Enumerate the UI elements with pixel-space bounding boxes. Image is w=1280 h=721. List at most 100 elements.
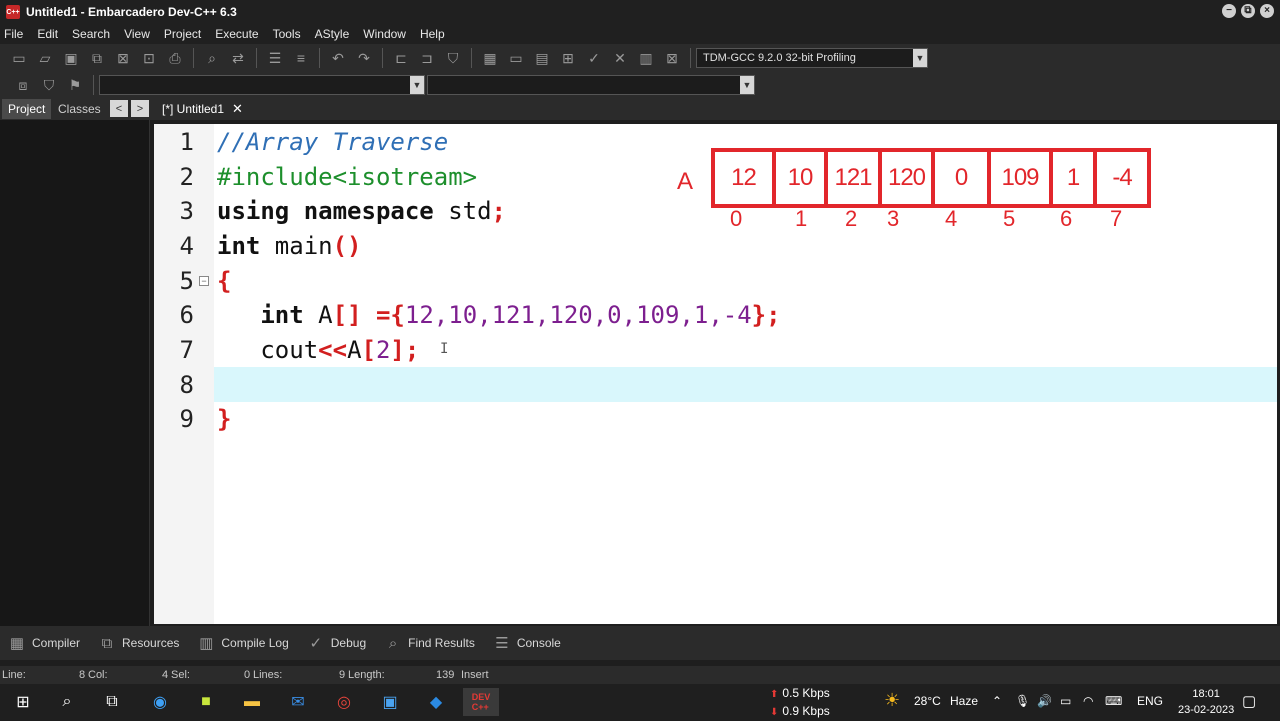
- menu-window[interactable]: Window: [363, 27, 406, 41]
- menu-view[interactable]: View: [124, 27, 150, 41]
- tab-project[interactable]: Project: [2, 99, 52, 119]
- chevron-down-icon[interactable]: ▼: [740, 76, 754, 94]
- array-cell: 109: [991, 152, 1053, 204]
- close-all-icon[interactable]: ⊡: [138, 47, 160, 69]
- menu-astyle[interactable]: AStyle: [315, 27, 350, 41]
- bookmark-icon[interactable]: ⛉: [38, 74, 60, 96]
- edge-icon[interactable]: ◉: [145, 688, 175, 716]
- line-number: 1: [179, 128, 194, 156]
- menu-execute[interactable]: Execute: [215, 27, 258, 41]
- battery-icon[interactable]: ▭: [1060, 694, 1071, 708]
- array-cell: -4: [1112, 164, 1132, 191]
- menu-search[interactable]: Search: [72, 27, 110, 41]
- tab-debug[interactable]: ✓ Debug: [305, 633, 366, 653]
- menu-project[interactable]: Project: [164, 27, 201, 41]
- project-options-icon[interactable]: ⛉: [442, 47, 464, 69]
- find-icon[interactable]: ⌕: [201, 47, 223, 69]
- code-editor[interactable]: //Array Traverse #include<isotream> usin…: [214, 124, 1277, 624]
- wifi-icon[interactable]: ◠: [1083, 694, 1093, 708]
- bookmark-toggle-icon[interactable]: ⚑: [64, 74, 86, 96]
- close-button[interactable]: ×: [1260, 4, 1274, 18]
- weather-icon[interactable]: ☀: [884, 690, 900, 711]
- mail-icon[interactable]: ✉: [283, 688, 313, 716]
- keyboard-icon[interactable]: ⌨: [1105, 694, 1122, 708]
- tab-find-results[interactable]: ⌕ Find Results: [382, 633, 475, 653]
- close-file-icon[interactable]: ⊠: [112, 47, 134, 69]
- menu-help[interactable]: Help: [420, 27, 445, 41]
- unindent-icon[interactable]: ≡: [290, 47, 312, 69]
- tab-next-button[interactable]: >: [131, 100, 149, 117]
- delete-profile-icon[interactable]: ⊠: [661, 47, 683, 69]
- array-index: 7: [1110, 206, 1123, 231]
- array-index: 5: [1003, 206, 1016, 231]
- open-file-icon[interactable]: ▱: [34, 47, 56, 69]
- array-index: 6: [1060, 206, 1073, 231]
- tab-classes[interactable]: Classes: [52, 99, 107, 119]
- store-icon[interactable]: ▣: [375, 688, 405, 716]
- class-select[interactable]: ▼: [99, 75, 425, 95]
- status-bar: Line: 8 Col: 4 Sel: 0 Lines: 9 Length: 1…: [0, 666, 1280, 684]
- menu-edit[interactable]: Edit: [37, 27, 58, 41]
- code-line-3: using namespace std;: [217, 197, 506, 225]
- menu-file[interactable]: File: [4, 27, 23, 41]
- save-icon[interactable]: ▣: [60, 47, 82, 69]
- weather-desc[interactable]: Haze: [950, 694, 978, 708]
- fold-toggle-icon[interactable]: −: [199, 276, 209, 286]
- pycharm-icon[interactable]: ■: [191, 688, 221, 716]
- tab-resources[interactable]: ⧉ Resources: [96, 633, 180, 653]
- windows-start-icon[interactable]: ⊞: [8, 688, 38, 716]
- profile-icon[interactable]: ▥: [635, 47, 657, 69]
- menu-tools[interactable]: Tools: [273, 27, 301, 41]
- print-icon[interactable]: ⎙: [164, 47, 186, 69]
- rebuild-icon[interactable]: ⊞: [557, 47, 579, 69]
- language-indicator[interactable]: ENG: [1137, 694, 1163, 708]
- window-controls: − ⧉ ×: [1222, 4, 1274, 18]
- stop-icon[interactable]: ✕: [609, 47, 631, 69]
- file-tab-untitled1[interactable]: [*] Untitled1 ✕: [156, 98, 249, 120]
- tab-compile-log[interactable]: ▥ Compile Log: [195, 633, 288, 653]
- compile-run-icon[interactable]: ▤: [531, 47, 553, 69]
- add-to-project-icon[interactable]: ⊐: [416, 47, 438, 69]
- chevron-up-icon[interactable]: ⌃: [992, 694, 1002, 708]
- indent-icon[interactable]: ☰: [264, 47, 286, 69]
- array-index: 2: [845, 206, 858, 231]
- vscode-icon[interactable]: ◆: [421, 688, 451, 716]
- tab-compiler[interactable]: ▦ Compiler: [6, 633, 80, 653]
- new-file-icon[interactable]: ▭: [8, 47, 30, 69]
- new-project-icon[interactable]: ⊏: [390, 47, 412, 69]
- network-speed: ⬆ 0.5 Kbps ⬇ 0.9 Kbps: [770, 686, 830, 718]
- clock-date: 23-02-2023: [1178, 704, 1235, 716]
- file-explorer-icon[interactable]: ▬: [237, 688, 267, 716]
- close-icon[interactable]: ✕: [232, 101, 243, 117]
- replace-icon[interactable]: ⇄: [227, 47, 249, 69]
- line-number: 9: [179, 405, 194, 433]
- devcpp-taskbar-icon[interactable]: DEV C++: [463, 688, 499, 716]
- chevron-down-icon[interactable]: ▼: [410, 76, 424, 94]
- minimize-button[interactable]: −: [1222, 4, 1236, 18]
- task-view-icon[interactable]: ⧉: [97, 688, 127, 716]
- undo-icon[interactable]: ↶: [327, 47, 349, 69]
- tab-prev-button[interactable]: <: [110, 100, 128, 117]
- syntax-check-icon[interactable]: ✓: [583, 47, 605, 69]
- weather-temp[interactable]: 28°C: [914, 694, 941, 708]
- redo-icon[interactable]: ↷: [353, 47, 375, 69]
- goto-icon[interactable]: ⧈: [12, 74, 34, 96]
- array-index: 3: [887, 206, 900, 231]
- run-icon[interactable]: ▭: [505, 47, 527, 69]
- chevron-down-icon[interactable]: ▼: [913, 49, 927, 67]
- notifications-icon[interactable]: ▢: [1242, 692, 1256, 710]
- function-select[interactable]: ▼: [427, 75, 755, 95]
- chrome-icon[interactable]: ◎: [329, 688, 359, 716]
- maximize-button[interactable]: ⧉: [1241, 4, 1255, 18]
- array-cell: 12: [715, 152, 776, 204]
- search-icon[interactable]: ⌕: [52, 688, 82, 716]
- status-lines-value: 9: [339, 669, 346, 681]
- compile-icon[interactable]: ▦: [479, 47, 501, 69]
- save-all-icon[interactable]: ⧉: [86, 47, 108, 69]
- system-clock[interactable]: 18:01 23-02-2023: [1178, 686, 1234, 718]
- compiler-select[interactable]: TDM-GCC 9.2.0 32-bit Profiling ▼: [696, 48, 928, 68]
- tab-console[interactable]: ☰ Console: [491, 633, 561, 653]
- array-index: 4: [945, 206, 958, 231]
- microphone-icon[interactable]: 🎙: [1015, 694, 1030, 708]
- volume-icon[interactable]: 🔊: [1037, 694, 1052, 708]
